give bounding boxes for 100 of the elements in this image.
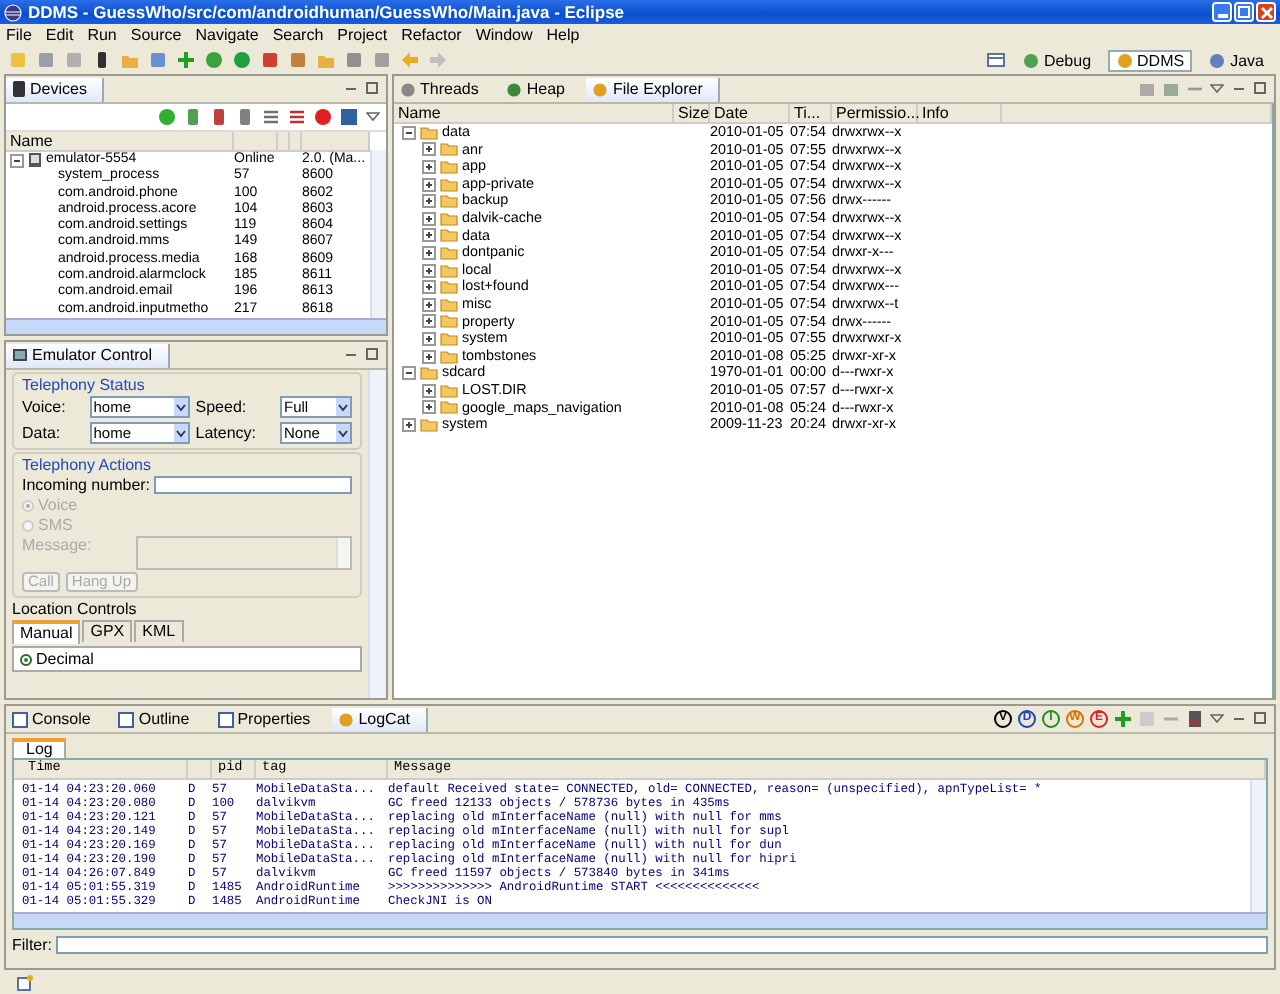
eclipse-logo-icon (4, 3, 22, 21)
column-header[interactable]: Size (674, 104, 710, 122)
perspective-icon (1115, 51, 1134, 69)
menu-item[interactable]: Run (87, 26, 117, 44)
tab[interactable]: Manual (12, 620, 81, 644)
maximize-view-button[interactable] (364, 347, 380, 363)
vertical-scrollbar[interactable] (368, 370, 386, 698)
tree-toggle-icon[interactable] (422, 331, 436, 346)
perspective-icon (1021, 51, 1040, 69)
view-tab-icon (118, 711, 135, 727)
tab[interactable]: GPX (82, 620, 133, 642)
tree-toggle-icon[interactable] (422, 349, 436, 364)
view-menu-icon[interactable] (366, 112, 380, 122)
view-tab-icon (506, 81, 523, 97)
devices-tab[interactable]: Devices (6, 77, 105, 101)
tree-toggle-icon[interactable] (422, 383, 436, 398)
perspective-button[interactable]: DDMS (1107, 49, 1193, 71)
incoming-number-field[interactable] (154, 476, 352, 494)
emulator-icon (28, 152, 42, 169)
field-label: Incoming number: (22, 476, 151, 494)
view-menu-icon[interactable] (1210, 84, 1224, 94)
menu-item[interactable]: Source (130, 26, 182, 44)
section-title: Location Controls (12, 600, 139, 618)
plus-icon[interactable] (176, 50, 196, 70)
view-tab[interactable]: File Explorer (586, 77, 721, 101)
maximize-button[interactable] (1234, 2, 1254, 22)
menu-item[interactable]: Navigate (195, 26, 259, 44)
menu-item[interactable]: Search (272, 26, 324, 44)
view-menu-icon[interactable] (1210, 714, 1224, 724)
tree-toggle-icon[interactable] (422, 400, 436, 415)
view-tab[interactable]: Heap (500, 77, 581, 101)
tab[interactable]: KML (134, 620, 184, 642)
vertical-scrollbar[interactable] (1250, 780, 1266, 912)
tree-toggle-icon[interactable] (422, 297, 436, 312)
menu-item[interactable]: File (6, 26, 32, 44)
emulator-control-tab[interactable]: Emulator Control (6, 343, 171, 367)
group-title: Telephony Actions (22, 456, 153, 474)
perspective-button[interactable]: Debug (1013, 49, 1100, 71)
field-label: Voice: (22, 398, 68, 416)
open-perspective-icon[interactable] (985, 50, 1006, 70)
window-title: DDMS - GuessWho/src/com/androidhuman/GuessWho/Main.java - Eclipse (28, 2, 625, 22)
field-label: Filter: (12, 936, 52, 954)
menu-item[interactable]: Project (337, 26, 388, 44)
tree-toggle-icon[interactable] (422, 194, 436, 209)
close-button[interactable] (1256, 2, 1276, 22)
view-tab-icon (592, 81, 609, 97)
new-item-icon[interactable] (16, 973, 34, 991)
tree-toggle-icon[interactable] (422, 211, 436, 226)
column-header[interactable]: Info (918, 104, 1002, 122)
caret-icon (338, 403, 348, 411)
perspective-button[interactable]: Java (1200, 49, 1272, 71)
tree-toggle-icon[interactable] (422, 280, 436, 295)
caret-icon (175, 429, 186, 437)
horizontal-scrollbar[interactable] (6, 318, 386, 334)
tree-toggle-icon[interactable] (422, 245, 436, 260)
column-header[interactable]: Name (394, 104, 674, 122)
tree-toggle-icon[interactable] (422, 142, 436, 157)
menu-item[interactable]: Help (546, 26, 580, 44)
field-label: Message: (22, 536, 92, 558)
view-tab[interactable]: LogCat (332, 707, 428, 731)
monitor-icon (12, 347, 28, 363)
tree-toggle-icon[interactable] (422, 263, 436, 278)
minimize-button[interactable] (1212, 2, 1232, 22)
tree-toggle-icon[interactable] (422, 159, 436, 174)
filter-field[interactable] (56, 936, 1268, 954)
column-header[interactable]: Ti... (790, 104, 832, 122)
perspective-icon (1208, 51, 1227, 69)
caret-icon (175, 403, 186, 411)
plus-icon[interactable] (1114, 710, 1132, 728)
tree-toggle-icon[interactable] (402, 417, 416, 432)
phone-icon (12, 80, 26, 98)
clear-log-icon[interactable] (1186, 710, 1204, 728)
phone-icon[interactable] (92, 50, 112, 70)
maximize-view-button[interactable] (364, 81, 380, 97)
maximize-view-button[interactable] (1252, 81, 1268, 97)
column-header[interactable]: Date (710, 104, 790, 122)
column-header[interactable]: Permissio... (832, 104, 918, 122)
stop-icon[interactable] (314, 108, 332, 126)
horizontal-scrollbar[interactable] (14, 912, 1266, 928)
menu-item[interactable]: Edit (45, 26, 74, 44)
view-tab[interactable]: Console (6, 707, 107, 731)
menu-item[interactable]: Window (475, 26, 533, 44)
tree-toggle-icon[interactable] (402, 366, 416, 381)
vertical-scrollbar[interactable] (370, 150, 386, 320)
field-label: Speed: (195, 398, 249, 416)
view-tab[interactable]: Outline (112, 707, 206, 731)
view-tab-icon (217, 711, 234, 727)
log-tab[interactable]: Log (12, 738, 67, 758)
tree-toggle-icon[interactable] (422, 228, 436, 243)
view-tab[interactable]: Threads (394, 77, 495, 101)
tree-toggle-icon[interactable] (10, 153, 24, 168)
view-tab-icon (12, 711, 28, 727)
tree-toggle-icon[interactable] (422, 177, 436, 192)
tree-toggle-icon[interactable] (422, 314, 436, 329)
tree-toggle-icon[interactable] (402, 125, 416, 140)
field-label: Latency: (195, 424, 259, 442)
view-tab-icon (400, 81, 416, 97)
maximize-view-button[interactable] (1252, 711, 1268, 727)
menu-item[interactable]: Refactor (401, 26, 462, 44)
view-tab[interactable]: Properties (211, 707, 327, 731)
